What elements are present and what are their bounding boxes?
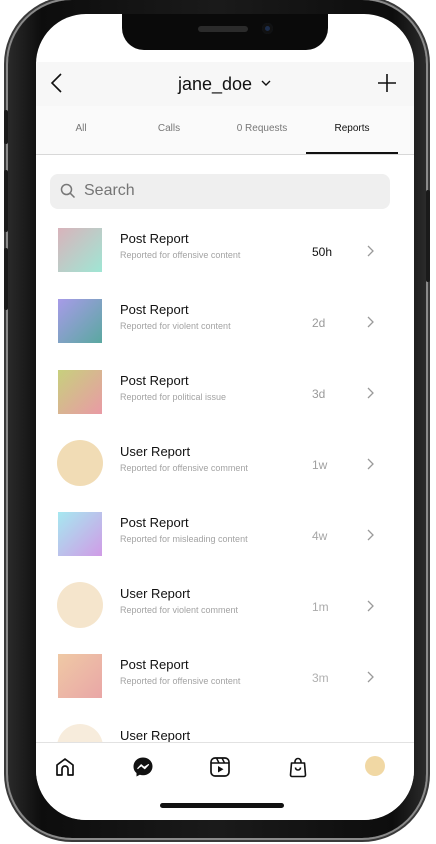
report-time: 3d — [312, 387, 326, 401]
report-row[interactable]: Post Report Reported for misleading conte… — [36, 502, 414, 573]
report-row[interactable]: Post Report Reported for political issue 3… — [36, 360, 414, 431]
post-thumbnail — [58, 228, 102, 272]
search-bar[interactable] — [50, 174, 390, 209]
report-reason: Reported for offensive comment — [120, 463, 248, 473]
report-title: Post Report — [120, 515, 189, 530]
home-indicator — [160, 803, 284, 808]
notch — [122, 14, 328, 50]
user-avatar-thumbnail — [57, 440, 103, 486]
report-reason: Reported for political issue — [120, 392, 227, 402]
report-time: 4w — [312, 529, 328, 543]
chevron-right-icon[interactable] — [366, 599, 376, 613]
report-title: User Report — [120, 444, 191, 459]
phone-frame: jane_doe All Calls 0 Requests Reports Se… — [4, 0, 430, 838]
report-row[interactable]: User Report Reported for violent comment 1… — [36, 573, 414, 644]
screen: jane_doe All Calls 0 Requests Reports Se… — [36, 14, 414, 820]
chevron-right-icon[interactable] — [366, 244, 376, 258]
report-title: Post Report — [120, 373, 189, 388]
report-title: Post Report — [120, 302, 189, 317]
report-reason: Reported for misleading content — [120, 534, 248, 544]
report-time: 50h — [312, 245, 333, 259]
chevron-down-icon — [261, 80, 271, 86]
chevron-right-icon[interactable] — [366, 315, 376, 329]
messenger-icon[interactable] — [131, 755, 155, 779]
report-row[interactable]: Post Report Reported for offensive conten… — [36, 644, 414, 715]
post-thumbnail — [58, 654, 102, 698]
tab-all[interactable]: All — [64, 123, 98, 134]
bottom-nav — [36, 742, 414, 820]
search-icon — [60, 183, 76, 199]
tab-calls[interactable]: Calls — [146, 123, 192, 134]
report-reason: Reported for offensive content — [120, 250, 241, 260]
report-time: 3m — [312, 671, 329, 685]
report-row[interactable]: Post Report Reported for violent content 2… — [36, 289, 414, 360]
report-reason: Reported for violent content — [120, 321, 231, 331]
report-title: User Report — [120, 728, 191, 743]
user-avatar-thumbnail — [57, 582, 103, 628]
plus-icon[interactable] — [376, 72, 398, 94]
report-title: Post Report — [120, 657, 189, 672]
username-label: jane_doe — [177, 74, 253, 94]
report-reason: Reported for offensive content — [120, 676, 241, 686]
tab-reports[interactable]: Reports — [322, 123, 382, 134]
side-button-power — [426, 190, 430, 282]
chevron-right-icon[interactable] — [366, 386, 376, 400]
speaker — [198, 26, 248, 32]
chevron-right-icon[interactable] — [366, 670, 376, 684]
home-icon[interactable] — [53, 755, 77, 779]
report-title: User Report — [120, 586, 191, 601]
shop-icon[interactable] — [286, 755, 310, 779]
search-input[interactable] — [82, 181, 366, 201]
post-thumbnail — [58, 370, 102, 414]
camera — [262, 23, 273, 34]
reels-icon[interactable] — [208, 755, 232, 779]
report-reason: Reported for violent comment — [120, 605, 239, 615]
tab-bar: All Calls 0 Requests Reports — [36, 106, 414, 155]
chevron-right-icon[interactable] — [366, 457, 376, 471]
active-tab-indicator — [306, 152, 398, 154]
report-title: Post Report — [120, 231, 189, 246]
report-time: 1m — [312, 600, 329, 614]
report-row[interactable]: User Report Reported for offensive commen… — [36, 431, 414, 502]
header: jane_doe — [36, 62, 414, 106]
report-row[interactable]: Post Report Reported for offensive conten… — [36, 218, 414, 289]
tab-requests[interactable]: 0 Requests — [222, 123, 302, 134]
side-button-volume-down — [4, 248, 8, 310]
post-thumbnail — [58, 512, 102, 556]
side-button-volume-up — [4, 170, 8, 232]
post-thumbnail — [58, 299, 102, 343]
account-switcher[interactable]: jane_doe — [36, 74, 414, 95]
report-time: 1w — [312, 458, 328, 472]
chevron-right-icon[interactable] — [366, 528, 376, 542]
profile-avatar[interactable] — [365, 756, 385, 776]
report-time: 2d — [312, 316, 326, 330]
side-button-silent — [4, 110, 8, 144]
